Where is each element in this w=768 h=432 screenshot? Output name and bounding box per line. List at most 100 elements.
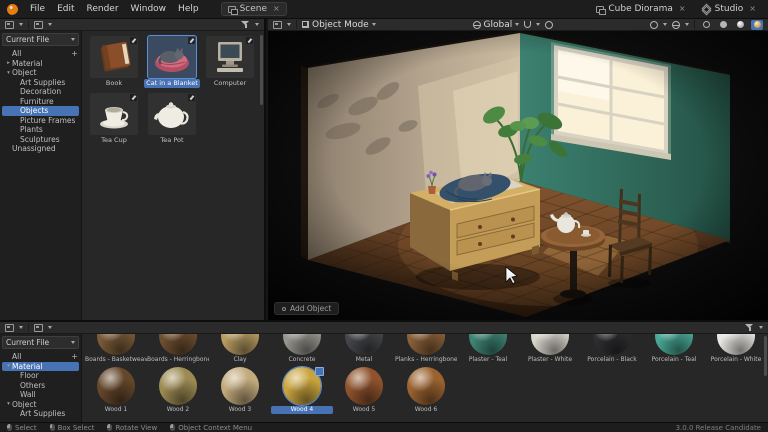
asset-library-dropdown[interactable]: Current File — [2, 33, 79, 46]
material-asset[interactable]: Wood 1 — [85, 367, 147, 414]
material-asset[interactable]: Plaster - Teal — [457, 334, 519, 364]
disclosure-arrow-icon[interactable]: ▾ — [5, 70, 12, 76]
add-catalog-button[interactable]: + — [71, 352, 78, 361]
shading-rendered-button[interactable] — [751, 19, 764, 30]
scene-selector[interactable]: Cube Diorama × — [596, 4, 686, 15]
menu-item[interactable]: Window — [125, 0, 173, 18]
transform-orientation-selector[interactable]: Global — [472, 20, 520, 30]
blender-logo-icon[interactable] — [7, 3, 18, 15]
catalog-item[interactable]: All — [2, 49, 79, 59]
catalog-item[interactable]: ▾ Material — [2, 361, 79, 371]
view-layer-selector[interactable]: Studio × — [702, 4, 756, 14]
catalog-item[interactable]: Art Supplies — [2, 409, 79, 419]
material-sphere-icon — [469, 334, 507, 355]
asset-label: Computer — [213, 79, 247, 87]
asset-tile-book[interactable]: Book — [86, 36, 142, 88]
catalog-item[interactable]: ▸ Material — [2, 59, 79, 69]
mode-selector[interactable]: Object Mode — [302, 20, 376, 30]
viewport-scene[interactable] — [268, 31, 768, 320]
catalog-item[interactable]: Wall — [2, 390, 79, 400]
catalog-item[interactable]: Objects — [2, 106, 79, 116]
filter-chevron-icon[interactable] — [759, 326, 763, 329]
disclosure-arrow-icon[interactable]: ▾ — [5, 363, 12, 369]
display-mode-chevron-icon[interactable] — [48, 23, 52, 26]
filter-chevron-icon[interactable] — [255, 23, 259, 26]
unlink-icon[interactable]: × — [271, 5, 280, 13]
menu-item[interactable]: Edit — [51, 0, 80, 18]
material-asset[interactable]: Plaster - White — [519, 334, 581, 364]
material-asset[interactable]: Porcelain - White — [705, 334, 767, 364]
shading-material-button[interactable] — [734, 20, 746, 30]
material-asset[interactable]: Planks - Herringbone — [395, 334, 457, 364]
material-asset[interactable]: Wood 5 — [333, 367, 395, 414]
display-mode-icon[interactable] — [34, 20, 43, 29]
snap-chevron-icon[interactable] — [536, 23, 541, 26]
editor-type-chevron-icon[interactable] — [19, 23, 23, 26]
operator-panel-collapsed[interactable]: Add Object — [274, 302, 340, 315]
disclosure-arrow-icon[interactable]: ▾ — [5, 401, 12, 407]
editor-type-icon[interactable] — [5, 323, 14, 332]
menu-item[interactable]: File — [24, 0, 51, 18]
chevron-down-icon — [71, 341, 75, 344]
material-asset[interactable]: Porcelain - Black — [581, 334, 643, 364]
unlink-icon[interactable]: × — [747, 5, 756, 13]
catalog-item[interactable]: Others — [2, 381, 79, 391]
shading-solid-button[interactable] — [717, 20, 729, 30]
material-asset[interactable]: Clay — [209, 334, 271, 364]
vertical-scrollbar[interactable] — [764, 336, 767, 376]
catalog-item[interactable]: All — [2, 352, 79, 362]
editor-type-chevron-icon[interactable] — [19, 326, 23, 329]
catalog-item[interactable]: Sculptures — [2, 135, 79, 145]
disclosure-arrow-icon[interactable]: ▸ — [5, 60, 12, 66]
catalog-item[interactable]: Unassigned — [2, 144, 79, 154]
display-mode-chevron-icon[interactable] — [48, 326, 52, 329]
add-catalog-button[interactable]: + — [71, 49, 78, 58]
statusbar-hint: Object Context Menu — [170, 424, 252, 432]
overlays-icon[interactable] — [650, 20, 659, 29]
viewport-header: Object Mode Global — [268, 19, 768, 31]
catalog-item[interactable]: Decoration — [2, 87, 79, 97]
asset-tile-computer[interactable]: Computer — [202, 36, 258, 88]
material-asset[interactable]: Wood 6 — [395, 367, 457, 414]
topbar: File Edit Render Window Help Scene × Cube Di… — [0, 0, 768, 19]
material-sphere-icon — [593, 334, 631, 355]
gizmo-icon[interactable] — [672, 20, 681, 29]
material-asset[interactable]: Boards - Basketweave — [85, 334, 147, 364]
editor-type-icon[interactable] — [5, 20, 14, 29]
catalog-item[interactable]: Floor — [2, 371, 79, 381]
book-thumbnail — [90, 36, 138, 78]
asset-tile-tea-cup[interactable]: Tea Cup — [86, 93, 142, 145]
asset-tile-cat-in-a-blanket[interactable]: Cat in a Blanket — [144, 35, 200, 88]
filter-icon[interactable] — [745, 323, 754, 332]
editor-type-chevron-icon[interactable] — [287, 23, 291, 26]
material-asset[interactable]: Wood 3 — [209, 367, 271, 414]
menu-item[interactable]: Help — [172, 0, 205, 18]
catalog-item[interactable]: Plants — [2, 125, 79, 135]
overlays-chevron-icon[interactable] — [663, 23, 668, 26]
material-asset[interactable]: Wood 2 — [147, 367, 209, 414]
editor-type-icon[interactable] — [273, 20, 282, 29]
display-mode-icon[interactable] — [34, 323, 43, 332]
proportional-edit-icon[interactable] — [545, 20, 554, 29]
asset-tile-tea-pot[interactable]: Tea Pot — [144, 93, 200, 145]
catalog-item[interactable]: Picture Frames — [2, 116, 79, 126]
shading-wireframe-button[interactable] — [700, 20, 712, 30]
catalog-item[interactable]: ▾ Object — [2, 400, 79, 410]
material-asset[interactable]: Porcelain - Teal — [643, 334, 705, 364]
filter-icon[interactable] — [241, 20, 250, 29]
gizmo-chevron-icon[interactable] — [685, 23, 690, 26]
catalog-item[interactable]: ▾ Object — [2, 68, 79, 78]
snap-magnet-icon[interactable] — [524, 21, 532, 28]
material-asset[interactable]: Concrete — [271, 334, 333, 364]
catalog-item[interactable]: Art Supplies — [2, 78, 79, 88]
material-asset[interactable]: Metal — [333, 334, 395, 364]
workspace-tab-scene[interactable]: Scene × — [220, 2, 287, 16]
menu-item[interactable]: Render — [81, 0, 125, 18]
viewport-canvas[interactable]: Add Object — [268, 31, 768, 320]
vertical-scrollbar[interactable] — [260, 35, 263, 105]
material-asset[interactable]: Wood 4 — [271, 366, 333, 414]
unlink-icon[interactable]: × — [677, 5, 686, 13]
material-asset[interactable]: Boards - Herringbone — [147, 334, 209, 364]
catalog-item[interactable]: Furniture — [2, 97, 79, 107]
asset-library-dropdown[interactable]: Current File — [2, 336, 79, 349]
